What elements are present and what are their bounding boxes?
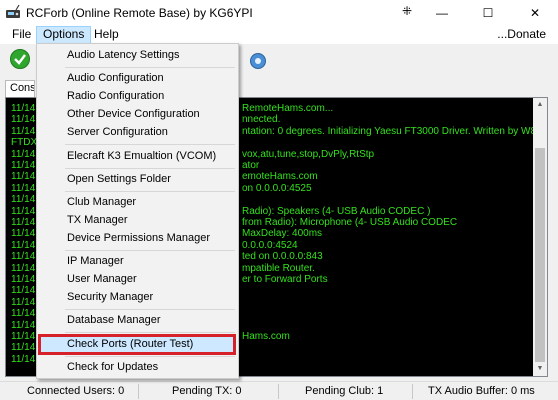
menu-item-other-device-configuration[interactable]: Other Device Configuration [39, 105, 236, 123]
menu-item-audio-latency-settings[interactable]: Audio Latency Settings [39, 46, 236, 64]
minimize-button[interactable]: — [419, 0, 465, 26]
console-line-prefix: 11/14 [11, 319, 36, 331]
console-line-text: ator [242, 160, 260, 171]
app-icon [6, 4, 20, 18]
menu-item-device-permissions-manager[interactable]: Device Permissions Manager [39, 229, 236, 247]
status-pending-tx: Pending TX: 0 [172, 385, 242, 397]
menu-item-radio-configuration[interactable]: Radio Configuration [39, 87, 236, 105]
menu-item-club-manager[interactable]: Club Manager [39, 193, 236, 211]
console-line-prefix: 11/14 [11, 331, 36, 342]
menu-help[interactable]: Help [88, 26, 125, 44]
console-line-text: nnected. [242, 114, 281, 126]
console-line-prefix: 11/14 [11, 353, 36, 365]
console-line-prefix: 11/14 [11, 103, 36, 114]
console-line-prefix: 11/14 [11, 114, 36, 126]
status-divider [138, 384, 139, 399]
pin-icon[interactable]: ⁜ [402, 4, 412, 18]
console-line-text: er to Forward Ports [242, 274, 328, 285]
menu-separator [65, 332, 235, 333]
console-line-text: on 0.0.0.0:4525 [242, 182, 312, 194]
close-button[interactable]: ✕ [512, 0, 558, 26]
console-line-prefix: 11/14 [11, 308, 36, 320]
menu-item-user-manager[interactable]: User Manager [39, 270, 236, 288]
console-line-prefix: 11/14 [11, 171, 36, 183]
console-line-prefix: 11/14 [11, 194, 36, 206]
gear-icon[interactable] [247, 50, 269, 72]
window-title: RCForb (Online Remote Base) by KG6YPI [26, 6, 253, 20]
menu-item-check-ports[interactable]: Check Ports (Router Test) [39, 335, 236, 353]
scroll-down-icon[interactable]: ▼ [533, 362, 547, 376]
menu-item-server-configuration[interactable]: Server Configuration [39, 123, 236, 141]
console-line-text: emoteHams.com [242, 171, 318, 183]
console-line-prefix: 11/14 [11, 125, 36, 137]
menu-donate[interactable]: ...Donate [491, 26, 552, 44]
menu-file[interactable]: File [6, 26, 37, 44]
console-line-prefix: 11/14 [11, 296, 36, 308]
console-line-prefix: 11/14 [11, 251, 36, 263]
status-divider [278, 384, 279, 399]
status-tx-audio-buffer: TX Audio Buffer: 0 ms [428, 385, 535, 397]
console-line-prefix: 11/14 [11, 239, 36, 251]
status-connected-users: Connected Users: 0 [27, 385, 125, 397]
menu-separator [65, 168, 235, 169]
status-bar: Connected Users: 0 Pending TX: 0 Pending… [0, 381, 558, 400]
console-line-prefix: FTDX [11, 137, 38, 149]
options-dropdown-menu: Audio Latency Settings Audio Configurati… [36, 43, 239, 379]
menu-bar: File Options Help ...Donate [0, 26, 558, 44]
console-line-text: ted on 0.0.0.0:843 [242, 251, 323, 263]
menu-separator [65, 144, 235, 145]
console-line-text: from Radio): Microphone (4- USB Audio CO… [242, 217, 458, 228]
console-line-prefix: 11/14 [11, 228, 36, 240]
console-line-text: ntation: 0 degrees. Initializing Yaesu F… [242, 125, 548, 137]
status-divider [412, 384, 413, 399]
console-line-text: MaxDelay: 400ms [242, 228, 323, 240]
console-line-prefix: 11/14 [11, 285, 36, 297]
menu-separator [65, 250, 235, 251]
console-line-prefix: 11/14 [11, 274, 36, 285]
console-line-text: 0.0.0.0:4524 [242, 239, 298, 251]
status-pending-club: Pending Club: 1 [305, 385, 384, 397]
menu-item-ip-manager[interactable]: IP Manager [39, 252, 236, 270]
console-line-prefix: 11/14 [11, 182, 36, 194]
console-line-text: vox,atu,tune,stop,DvPly,RtStp [242, 148, 375, 160]
console-line-prefix: 11/14 [11, 205, 36, 217]
menu-separator [65, 191, 235, 192]
scroll-thumb[interactable] [535, 148, 545, 362]
console-line-prefix: 11/14 [11, 148, 36, 160]
console-line-prefix: 11/14 [11, 342, 36, 354]
maximize-button[interactable]: ☐ [465, 0, 511, 26]
menu-separator [65, 356, 235, 357]
menu-item-elecraft-k3-emulation[interactable]: Elecraft K3 Emualtion (VCOM) [39, 147, 236, 165]
menu-item-tx-manager[interactable]: TX Manager [39, 211, 236, 229]
console-line-prefix: 11/14 [11, 262, 36, 274]
menu-item-audio-configuration[interactable]: Audio Configuration [39, 69, 236, 87]
menu-item-security-manager[interactable]: Security Manager [39, 288, 236, 306]
title-bar: RCForb (Online Remote Base) by KG6YPI ⁜ … [0, 0, 558, 26]
menu-item-database-manager[interactable]: Database Manager [39, 311, 236, 329]
console-line-text: mpatible Router. [242, 262, 315, 274]
menu-separator [65, 309, 235, 310]
menu-item-open-settings-folder[interactable]: Open Settings Folder [39, 170, 236, 188]
console-line-prefix: 11/14 [11, 160, 36, 171]
menu-options[interactable]: Options [36, 26, 92, 44]
console-line-text: Hams.com [242, 331, 290, 342]
menu-item-check-for-updates[interactable]: Check for Updates [39, 358, 236, 376]
tab-console[interactable]: Conso [5, 80, 35, 97]
console-line-text: Radio): Speakers (4- USB Audio CODEC ) [242, 205, 431, 217]
check-icon[interactable] [9, 48, 31, 70]
console-scrollbar[interactable]: ▲ ▼ [533, 98, 547, 376]
menu-separator [65, 67, 235, 68]
scroll-up-icon[interactable]: ▲ [533, 98, 547, 112]
console-line-text: RemoteHams.com... [242, 103, 334, 114]
console-line-prefix: 11/14 [11, 217, 36, 228]
